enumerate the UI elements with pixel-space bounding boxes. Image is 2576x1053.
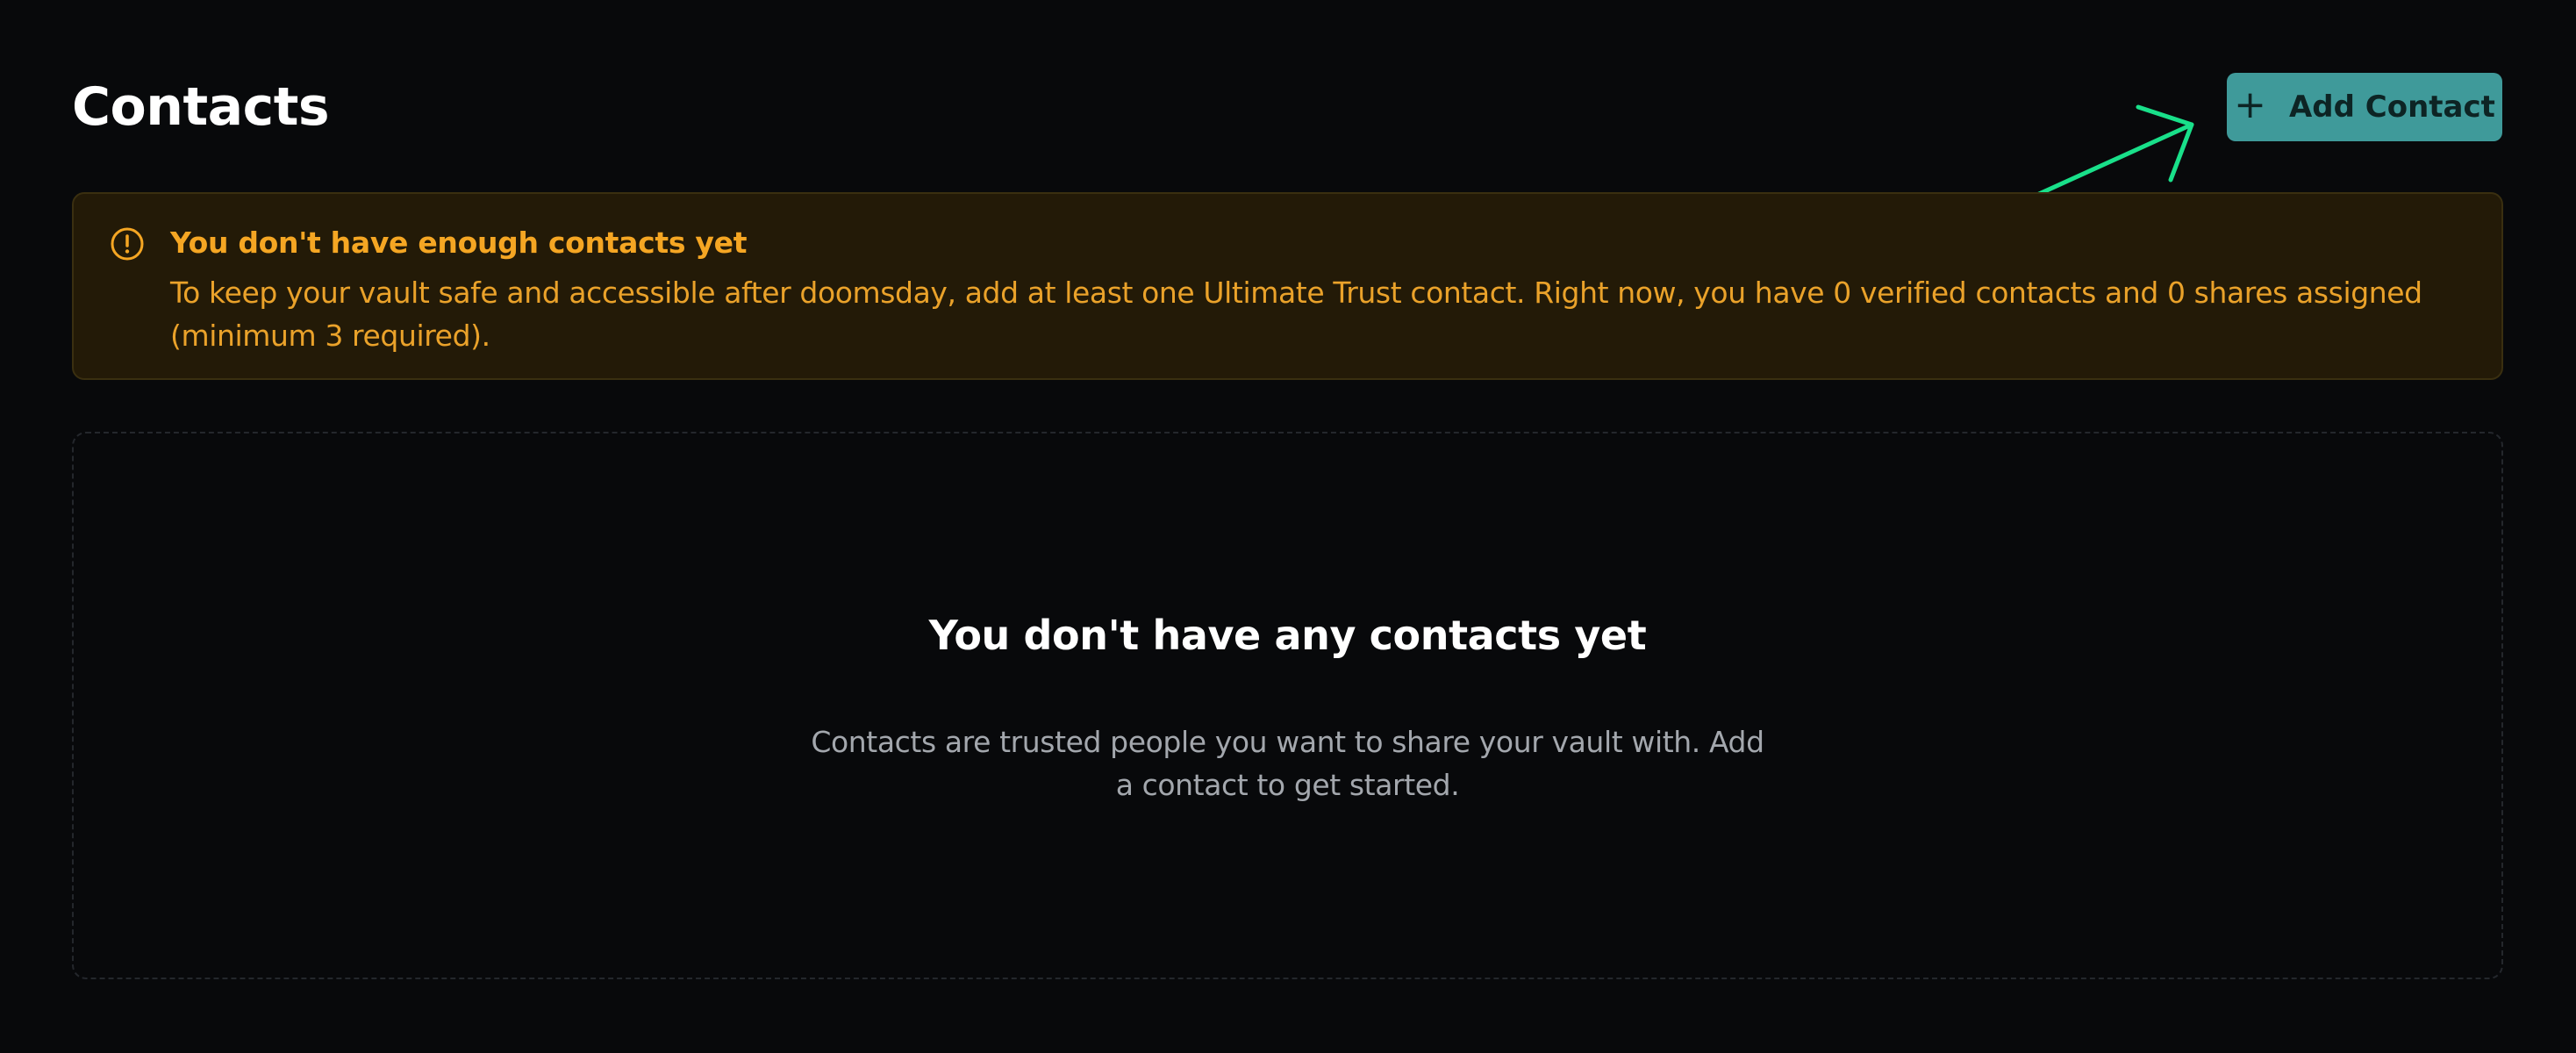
empty-state-title: You don't have any contacts yet (928, 612, 1647, 659)
empty-state-message: Contacts are trusted people you want to … (811, 725, 1764, 802)
alert-circle-icon (111, 227, 144, 261)
warning-title: You don't have enough contacts yet (170, 226, 748, 260)
plus-icon: + (2234, 82, 2266, 127)
add-contact-button-label: Add Contact (2288, 90, 2495, 125)
page-title: Contacts (72, 76, 330, 138)
add-contact-button[interactable]: + Add Contact (2227, 73, 2502, 141)
empty-state-panel: You don't have any contacts yet Contacts… (72, 432, 2503, 979)
warning-banner: You don't have enough contacts yet To ke… (72, 192, 2503, 380)
warning-message: To keep your vault safe and accessible a… (170, 276, 2422, 353)
